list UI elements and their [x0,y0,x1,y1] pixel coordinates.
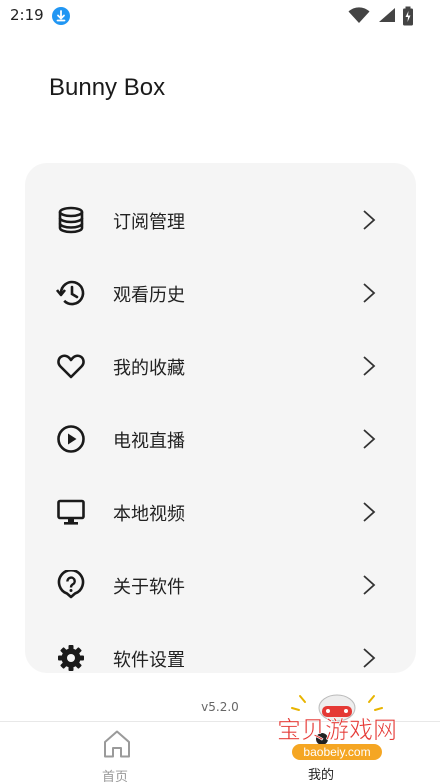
chevron-right-icon [363,356,376,376]
chevron-right-icon [363,283,376,303]
menu-item-live-tv[interactable]: 电视直播 [25,411,416,467]
nav-item-home[interactable]: 首页 [96,728,140,782]
status-bar: 2:19 [0,0,440,32]
app-title: Bunny Box [49,74,166,101]
menu-item-label: 观看历史 [113,285,185,306]
signal-icon [379,8,395,22]
menu-item-local-video[interactable]: 本地视频 [25,484,416,540]
battery-icon [403,6,413,26]
menu-item-label: 电视直播 [113,431,185,452]
chevron-right-icon [363,502,376,522]
database-icon [58,206,84,234]
menu-item-subscription[interactable]: 订阅管理 [25,192,416,248]
svg-text:宝贝游戏网: 宝贝游戏网 [277,716,397,744]
menu-item-label: 关于软件 [113,577,185,598]
menu-item-label: 订阅管理 [113,212,185,233]
wifi-icon [348,7,370,23]
history-icon [56,280,85,306]
heart-icon [57,354,85,379]
nav-label: 首页 [102,770,129,782]
monitor-icon [57,499,85,525]
svg-text:baobeiy.com: baobeiy.com [303,745,370,759]
watermark-logo: 宝贝游戏网 baobeiy.com [277,694,397,760]
chevron-right-icon [363,575,376,595]
play-circle-icon [57,425,85,453]
app-screen: 2:19 Bunny Box 订阅管理 观看历史 我的收藏 电视直播 本地视频 … [0,0,440,782]
menu-item-label: 软件设置 [113,650,185,671]
menu-item-label: 我的收藏 [113,358,185,379]
chevron-right-icon [363,210,376,230]
menu-item-about[interactable]: 关于软件 [25,557,416,613]
menu-item-favorites[interactable]: 我的收藏 [25,338,416,394]
home-icon [104,730,130,758]
help-icon [57,570,85,599]
download-icon [52,7,70,25]
chevron-right-icon [363,648,376,668]
status-icons [340,6,430,26]
menu-card: 订阅管理 观看历史 我的收藏 电视直播 本地视频 关于软件 软件设置 [25,163,416,673]
chevron-right-icon [363,429,376,449]
gear-icon [58,645,84,671]
status-time: 2:19 [10,6,44,24]
menu-item-label: 本地视频 [113,504,185,525]
menu-item-history[interactable]: 观看历史 [25,265,416,321]
menu-item-settings[interactable]: 软件设置 [25,630,416,673]
